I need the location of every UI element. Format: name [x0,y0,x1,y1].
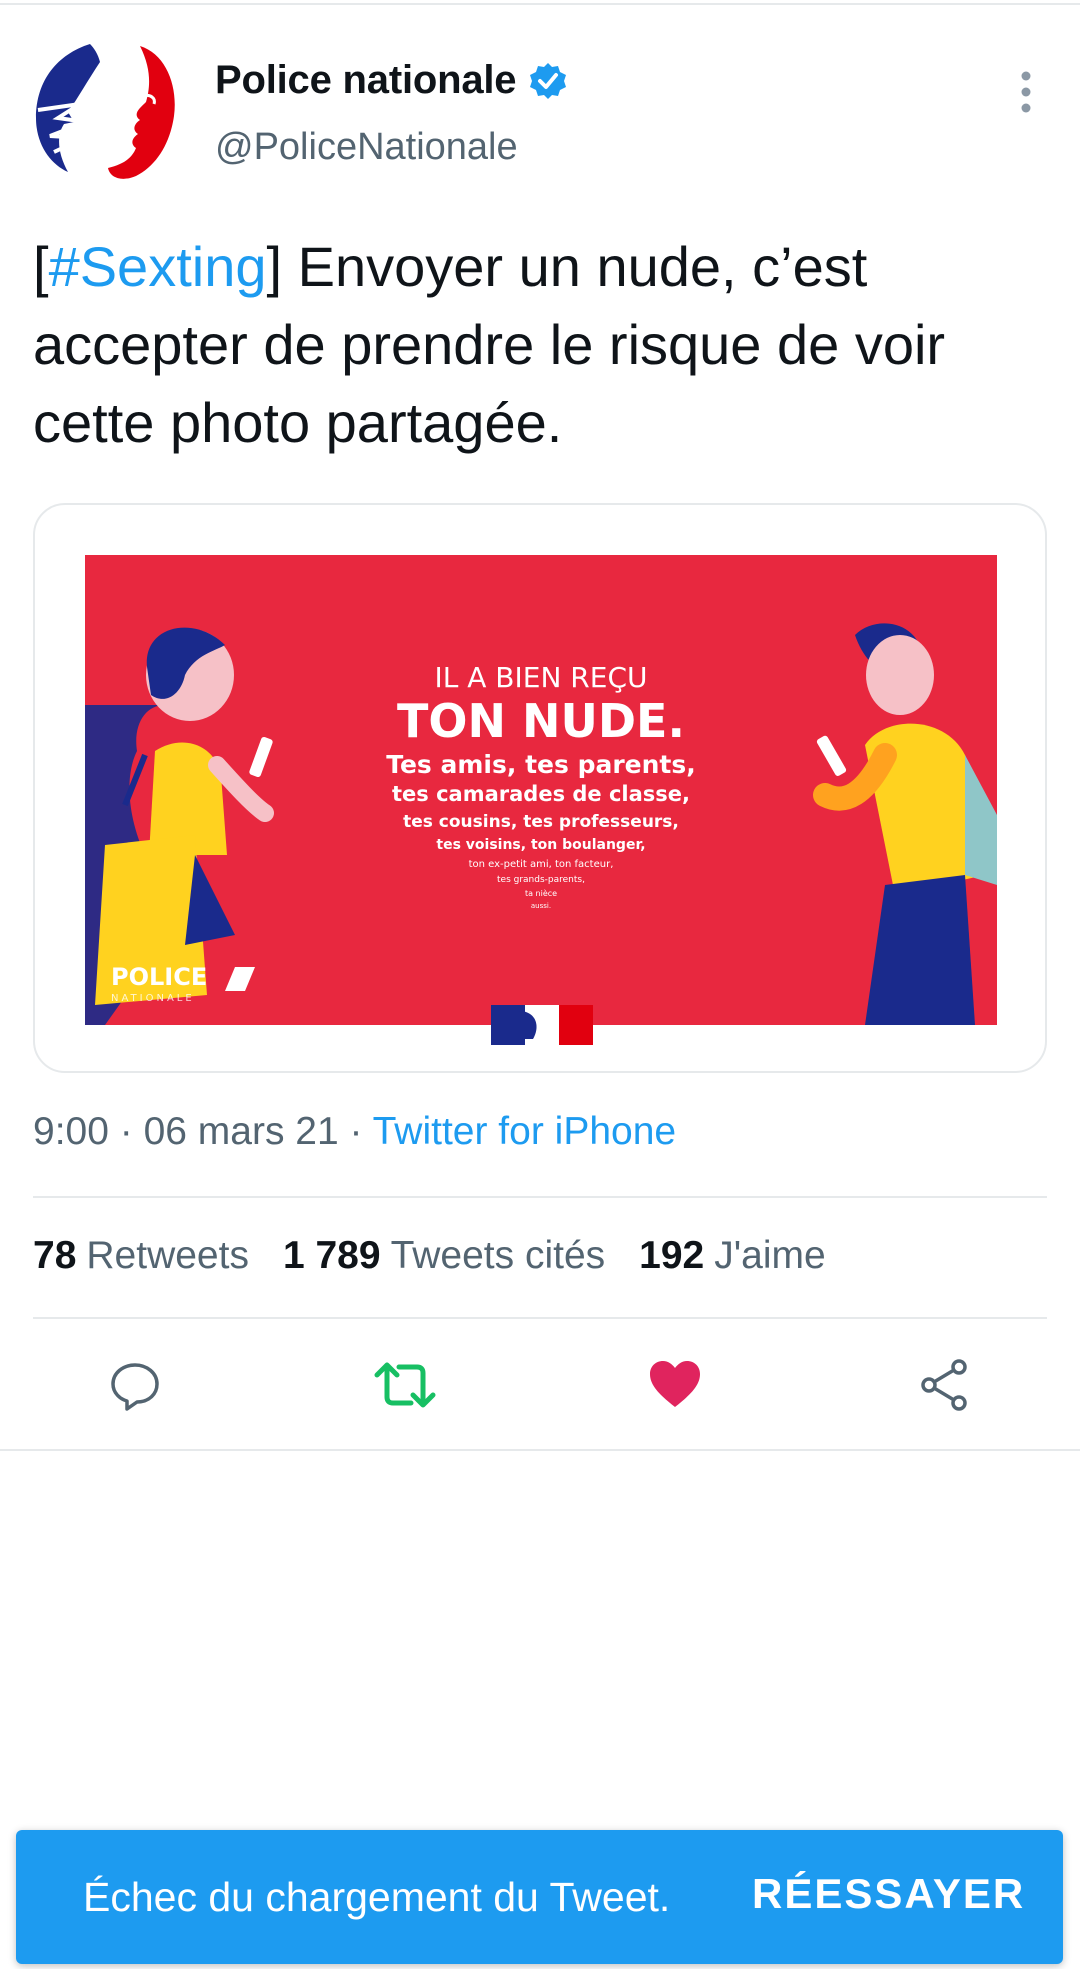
media-line2: TON NUDE. [397,694,685,748]
top-divider [0,3,1080,5]
likes-count: 192 [639,1234,705,1277]
retry-button[interactable]: RÉESSAYER [752,1870,1025,1918]
media-line8: tes grands-parents, [497,875,585,885]
media-logo-text: POLICE [111,963,207,991]
tweet-text: [#Sexting] Envoyer un nude, c’est accept… [33,228,1053,462]
quotes-stat[interactable]: 1 789 Tweets cités [283,1234,605,1278]
reply-button[interactable] [95,1345,175,1425]
retweet-button[interactable] [365,1345,445,1425]
media-line7: ton ex-petit ami, ton facteur, [469,859,614,870]
media-line9: ta nièce [525,888,557,898]
retweets-stat[interactable]: 78 Retweets [33,1234,249,1278]
bracket-open: [ [33,235,49,298]
tweet-source-link[interactable]: Twitter for iPhone [373,1110,676,1153]
snackbar-message: Échec du chargement du Tweet. [83,1874,671,1920]
quotes-label: Tweets cités [390,1234,606,1277]
likes-stat[interactable]: 192 J'aime [639,1234,826,1278]
share-button[interactable] [905,1345,985,1425]
media-logo-subtext: NATIONALE [111,993,195,1004]
heart-icon [650,1361,700,1407]
likes-label: J'aime [714,1234,826,1277]
like-button[interactable] [635,1345,715,1425]
verified-badge-icon [530,62,567,99]
quotes-count: 1 789 [282,1234,381,1277]
avatar[interactable] [28,40,188,185]
tweet-stats: 78 Retweets 1 789 Tweets cités 192 J'aime [33,1234,860,1278]
divider [33,1196,1047,1198]
media-line5: tes cousins, tes professeurs, [403,812,679,832]
divider [0,1449,1080,1451]
divider [33,1317,1047,1319]
tweet-image[interactable]: IL A BIEN REÇU TON NUDE. Tes amis, tes p… [85,555,997,1045]
tweet-actions [0,1345,1080,1425]
more-options-icon[interactable] [1012,62,1040,122]
retweets-label: Retweets [86,1234,249,1277]
media-card[interactable]: IL A BIEN REÇU TON NUDE. Tes amis, tes p… [33,503,1047,1073]
user-handle[interactable]: @PoliceNationale [215,126,518,169]
media-line3: Tes amis, tes parents, [386,750,696,779]
error-snackbar: Échec du chargement du Tweet. RÉESSAYER [16,1830,1063,1964]
display-name[interactable]: Police nationale [215,58,517,103]
hashtag-link[interactable]: #Sexting [49,235,267,298]
media-line10: aussi. [531,902,551,910]
tweet-timestamp: 9:00 · 06 mars 21 · [33,1110,373,1153]
reply-icon [111,1363,159,1411]
retweets-count: 78 [33,1234,77,1277]
tweet-header: Police nationale @PoliceNationale [0,30,1080,180]
media-line1: IL A BIEN REÇU [434,661,647,694]
tweet-meta: 9:00 · 06 mars 21 · Twitter for iPhone [33,1110,676,1154]
retweet-icon [374,1362,436,1408]
media-line4: tes camarades de classe, [392,782,690,806]
share-icon [921,1359,967,1411]
media-line6: tes voisins, ton boulanger, [436,837,645,853]
